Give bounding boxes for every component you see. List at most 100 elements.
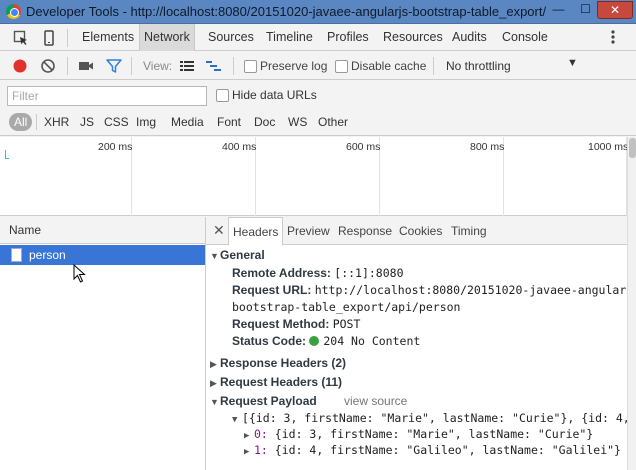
waterfall-icon[interactable] [205, 57, 223, 75]
time-tick: 1000 ms [588, 141, 629, 153]
collapsed-triangle-icon: ▶ [210, 378, 217, 388]
request-row-person[interactable]: person [0, 245, 205, 265]
remote-address-key: Remote Address: [232, 266, 331, 280]
time-tick: 600 ms [346, 141, 381, 153]
minimize-button[interactable]: — [545, 1, 572, 19]
toolbar-divider [67, 29, 68, 47]
tab-console[interactable]: Console [502, 24, 548, 51]
capture-screenshots-icon[interactable] [77, 57, 95, 75]
type-filter-doc[interactable]: Doc [254, 113, 275, 131]
close-details-icon[interactable]: ✕ [213, 222, 225, 239]
tab-profiles[interactable]: Profiles [327, 24, 369, 51]
time-tick: 800 ms [470, 141, 505, 153]
general-section-header[interactable]: ▼General [210, 248, 265, 262]
toolbar-divider [131, 57, 132, 75]
expanded-triangle-icon: ▼ [210, 251, 219, 261]
request-details-pane: ✕ Headers Preview Response Cookies Timin… [206, 217, 636, 470]
payload-array-summary[interactable]: ▼ [{id: 3, firstName: "Marie", lastName: … [232, 411, 636, 425]
window-title: Developer Tools - http://localhost:8080/… [26, 4, 547, 19]
type-filter-font[interactable]: Font [217, 113, 241, 131]
expanded-triangle-icon: ▼ [232, 415, 238, 425]
throttling-select[interactable]: No throttling [446, 59, 511, 73]
request-payload-section-header[interactable]: ▼Request Payload [210, 394, 317, 408]
expanded-triangle-icon: ▼ [210, 397, 219, 407]
type-filter-xhr[interactable]: XHR [44, 113, 69, 131]
request-name: person [29, 248, 66, 262]
view-label: View: [143, 59, 173, 73]
request-headers-title: Request Headers (11) [220, 375, 343, 389]
request-url-value: http://localhost:8080/20151020-javaee-an… [314, 283, 636, 297]
status-code-row: Status Code: 204 No Content [232, 334, 420, 348]
tab-network[interactable]: Network [139, 24, 195, 51]
disable-cache-checkbox[interactable] [335, 60, 348, 73]
hide-data-urls-label: Hide data URLs [232, 88, 317, 102]
type-filter-media[interactable]: Media [171, 113, 204, 131]
name-column-header[interactable]: Name [0, 217, 205, 244]
tab-sources[interactable]: Sources [208, 24, 254, 51]
time-tick: 400 ms [222, 141, 257, 153]
filter-divider [36, 114, 37, 130]
network-toolbar: View: Preserve log Disable cache No thro… [0, 52, 636, 80]
throttling-dropdown-icon[interactable]: ▼ [567, 57, 578, 69]
request-url-row: Request URL: http://localhost:8080/20151… [232, 283, 636, 297]
request-url-value-continued: bootstrap-table_export/api/person [232, 300, 461, 314]
type-filter-img[interactable]: Img [136, 113, 156, 131]
payload-item-value: {id: 3, firstName: "Marie", lastName: "C… [274, 427, 594, 441]
toolbar-divider [433, 57, 434, 75]
request-method-value: POST [332, 317, 361, 331]
timeline-overview[interactable]: 200 ms 400 ms 600 ms 800 ms 1000 ms [0, 137, 636, 216]
close-window-button[interactable]: ✕ [597, 1, 633, 19]
request-url-row-continued: bootstrap-table_export/api/person [232, 300, 460, 314]
tab-resources[interactable]: Resources [383, 24, 443, 51]
status-ok-icon [309, 336, 320, 346]
type-filter-ws[interactable]: WS [288, 113, 307, 131]
more-options-icon[interactable] [607, 28, 619, 46]
inspect-element-icon[interactable] [13, 30, 29, 46]
maximize-button[interactable]: ☐ [572, 1, 599, 19]
tab-headers[interactable]: Headers [228, 217, 284, 246]
type-filter-other[interactable]: Other [318, 113, 348, 131]
tab-preview[interactable]: Preview [287, 217, 330, 245]
toolbar-divider [67, 57, 68, 75]
type-filter-js[interactable]: JS [80, 113, 94, 131]
status-code-value: 204 No Content [323, 334, 421, 348]
view-source-link[interactable]: view source [344, 394, 407, 408]
payload-item[interactable]: ▶ 0: {id: 3, firstName: "Marie", lastName… [244, 427, 593, 441]
scrollbar-thumb[interactable] [629, 138, 636, 158]
tab-cookies[interactable]: Cookies [399, 217, 442, 245]
filter-input[interactable] [7, 86, 207, 106]
clear-icon[interactable] [39, 57, 57, 75]
payload-summary-text: [{id: 3, firstName: "Marie", lastName: "… [242, 411, 636, 425]
response-headers-section-header[interactable]: ▶ Response Headers (2) [210, 356, 346, 370]
payload-item[interactable]: ▶ 1: {id: 4, firstName: "Galileo", lastNa… [244, 443, 621, 457]
large-rows-icon[interactable] [178, 57, 196, 75]
preserve-log-label: Preserve log [260, 59, 328, 73]
disable-cache-label: Disable cache [351, 59, 427, 73]
tab-timing[interactable]: Timing [451, 217, 487, 245]
window-titlebar: Developer Tools - http://localhost:8080/… [0, 0, 636, 24]
document-icon [11, 248, 22, 262]
request-url-key: Request URL: [232, 283, 312, 297]
record-icon[interactable] [11, 57, 29, 75]
request-headers-section-header[interactable]: ▶ Request Headers (11) [210, 375, 342, 389]
hide-data-urls-checkbox[interactable] [216, 89, 229, 102]
type-filter-css[interactable]: CSS [104, 113, 129, 131]
tab-response[interactable]: Response [338, 217, 392, 245]
collapsed-triangle-icon: ▶ [244, 431, 250, 441]
chrome-icon [6, 4, 21, 19]
request-method-key: Request Method: [232, 317, 330, 331]
tab-elements[interactable]: Elements [82, 24, 134, 51]
remote-address-value: [::1]:8080 [334, 266, 404, 280]
status-code-key: Status Code: [232, 334, 307, 348]
filter-icon[interactable] [105, 57, 123, 75]
type-filter-all[interactable]: All [9, 113, 33, 131]
tab-audits[interactable]: Audits [452, 24, 487, 51]
details-tabbar: ✕ Headers Preview Response Cookies Timin… [206, 217, 636, 246]
devtools-tabbar: Elements Network Sources Timeline Profil… [0, 24, 636, 51]
vertical-scrollbar[interactable] [627, 137, 636, 470]
device-mode-icon[interactable] [41, 30, 57, 46]
preserve-log-checkbox[interactable] [244, 60, 257, 73]
tab-timeline[interactable]: Timeline [266, 24, 313, 51]
request-method-row: Request Method: POST [232, 317, 360, 331]
response-headers-title: Response Headers (2) [220, 356, 347, 370]
